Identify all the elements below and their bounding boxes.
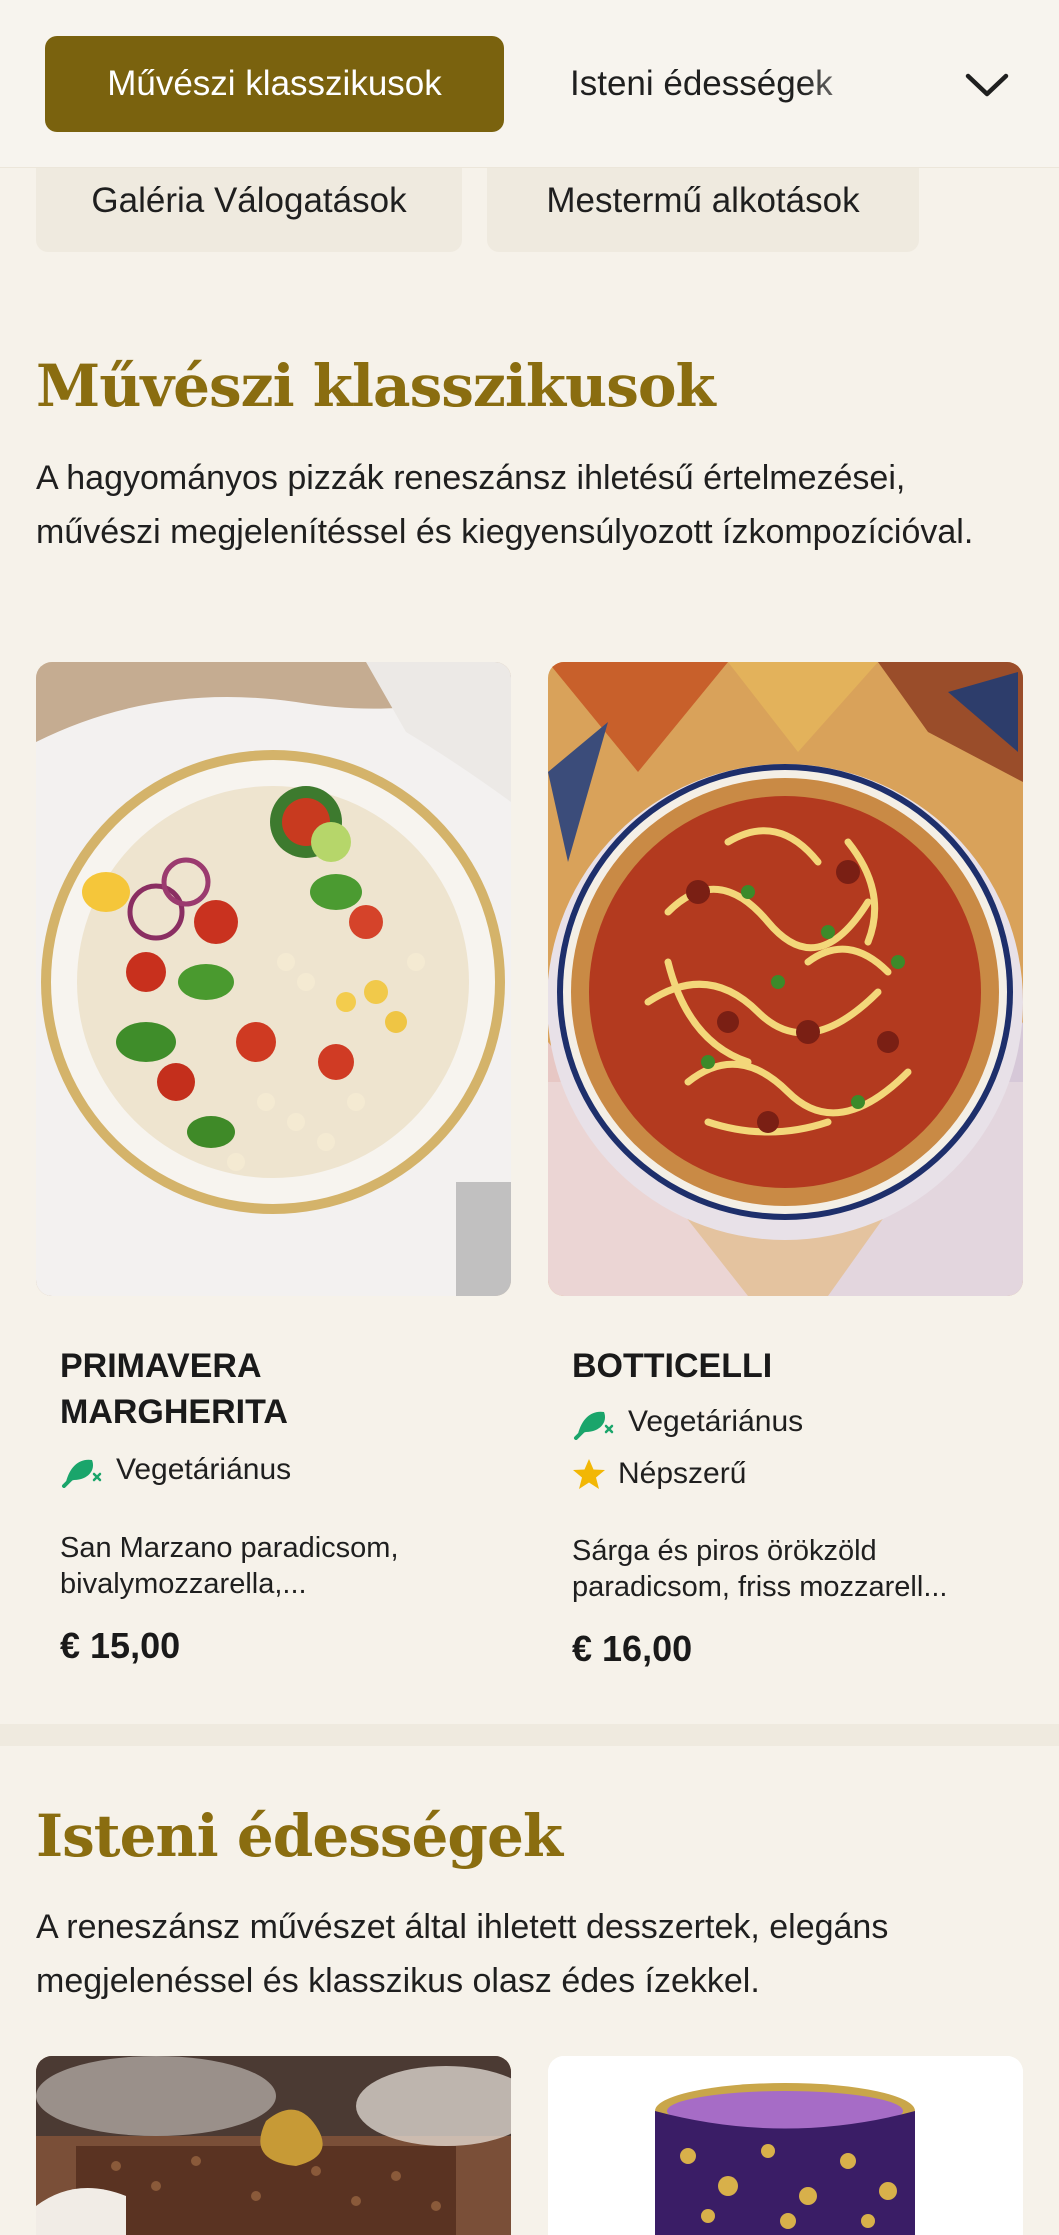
section-divider bbox=[0, 1724, 1059, 1746]
tag-label: Vegetáriánus bbox=[116, 1453, 292, 1486]
section-description: A hagyományos pizzák reneszánsz ihletésű… bbox=[36, 459, 974, 551]
chevron-down-icon bbox=[965, 73, 1009, 97]
tab-isteni-edessegek[interactable]: Isteni édességek bbox=[570, 36, 833, 132]
tag-label: Vegetáriánus bbox=[628, 1405, 804, 1438]
vegetarian-icon bbox=[62, 1459, 102, 1488]
dish-image-primavera bbox=[36, 662, 511, 1296]
category-dropdown-button[interactable] bbox=[950, 50, 1024, 120]
pill-label: Galéria Válogatások bbox=[91, 181, 407, 220]
dish-image-botticelli bbox=[548, 662, 1023, 1296]
star-icon bbox=[573, 1459, 605, 1489]
tag-vegetarian: Vegetáriánus bbox=[572, 1404, 803, 1440]
dish-price: € 16,00 bbox=[572, 1628, 693, 1669]
menu-item-card[interactable] bbox=[548, 2056, 1023, 2235]
tag-popular: Népszerű bbox=[572, 1457, 746, 1491]
tag-label: Népszerű bbox=[618, 1457, 747, 1490]
dish-name: BOTTICELLI bbox=[572, 1347, 773, 1385]
section-description: A reneszánsz művészet által ihletett des… bbox=[36, 1908, 889, 2000]
dessert-image-2 bbox=[548, 2056, 1023, 2235]
section-title-isteni-edessegek: Isteni édességek bbox=[36, 1802, 563, 1870]
dessert-image-1 bbox=[36, 2056, 511, 2235]
menu-item-card[interactable] bbox=[36, 2056, 511, 2235]
tab-muveszi-klasszikusok[interactable]: Művészi klasszikusok bbox=[45, 36, 504, 132]
pill-label: Mestermű alkotások bbox=[546, 181, 860, 220]
vegetarian-icon bbox=[574, 1411, 614, 1440]
section-title-muveszi-klasszikusok: Művészi klasszikusok bbox=[36, 352, 716, 420]
dish-description: San Marzano paradicsom, bivalymozzarella… bbox=[60, 1532, 399, 1600]
dish-name: PRIMAVERA MARGHERITA bbox=[60, 1347, 288, 1431]
dish-price: € 15,00 bbox=[60, 1625, 181, 1666]
dish-description: Sárga és piros örökzöld paradicsom, fris… bbox=[572, 1535, 948, 1603]
category-tab-bar: Művészi klasszikusok Isteni édességek bbox=[0, 0, 1059, 168]
menu-item-card[interactable]: PRIMAVERA MARGHERITA Vegetáriánus San Ma… bbox=[36, 662, 511, 1666]
menu-item-card[interactable]: BOTTICELLI Vegetáriánus Népszerű Sárga é… bbox=[548, 662, 1023, 1669]
tag-vegetarian: Vegetáriánus bbox=[60, 1452, 291, 1488]
